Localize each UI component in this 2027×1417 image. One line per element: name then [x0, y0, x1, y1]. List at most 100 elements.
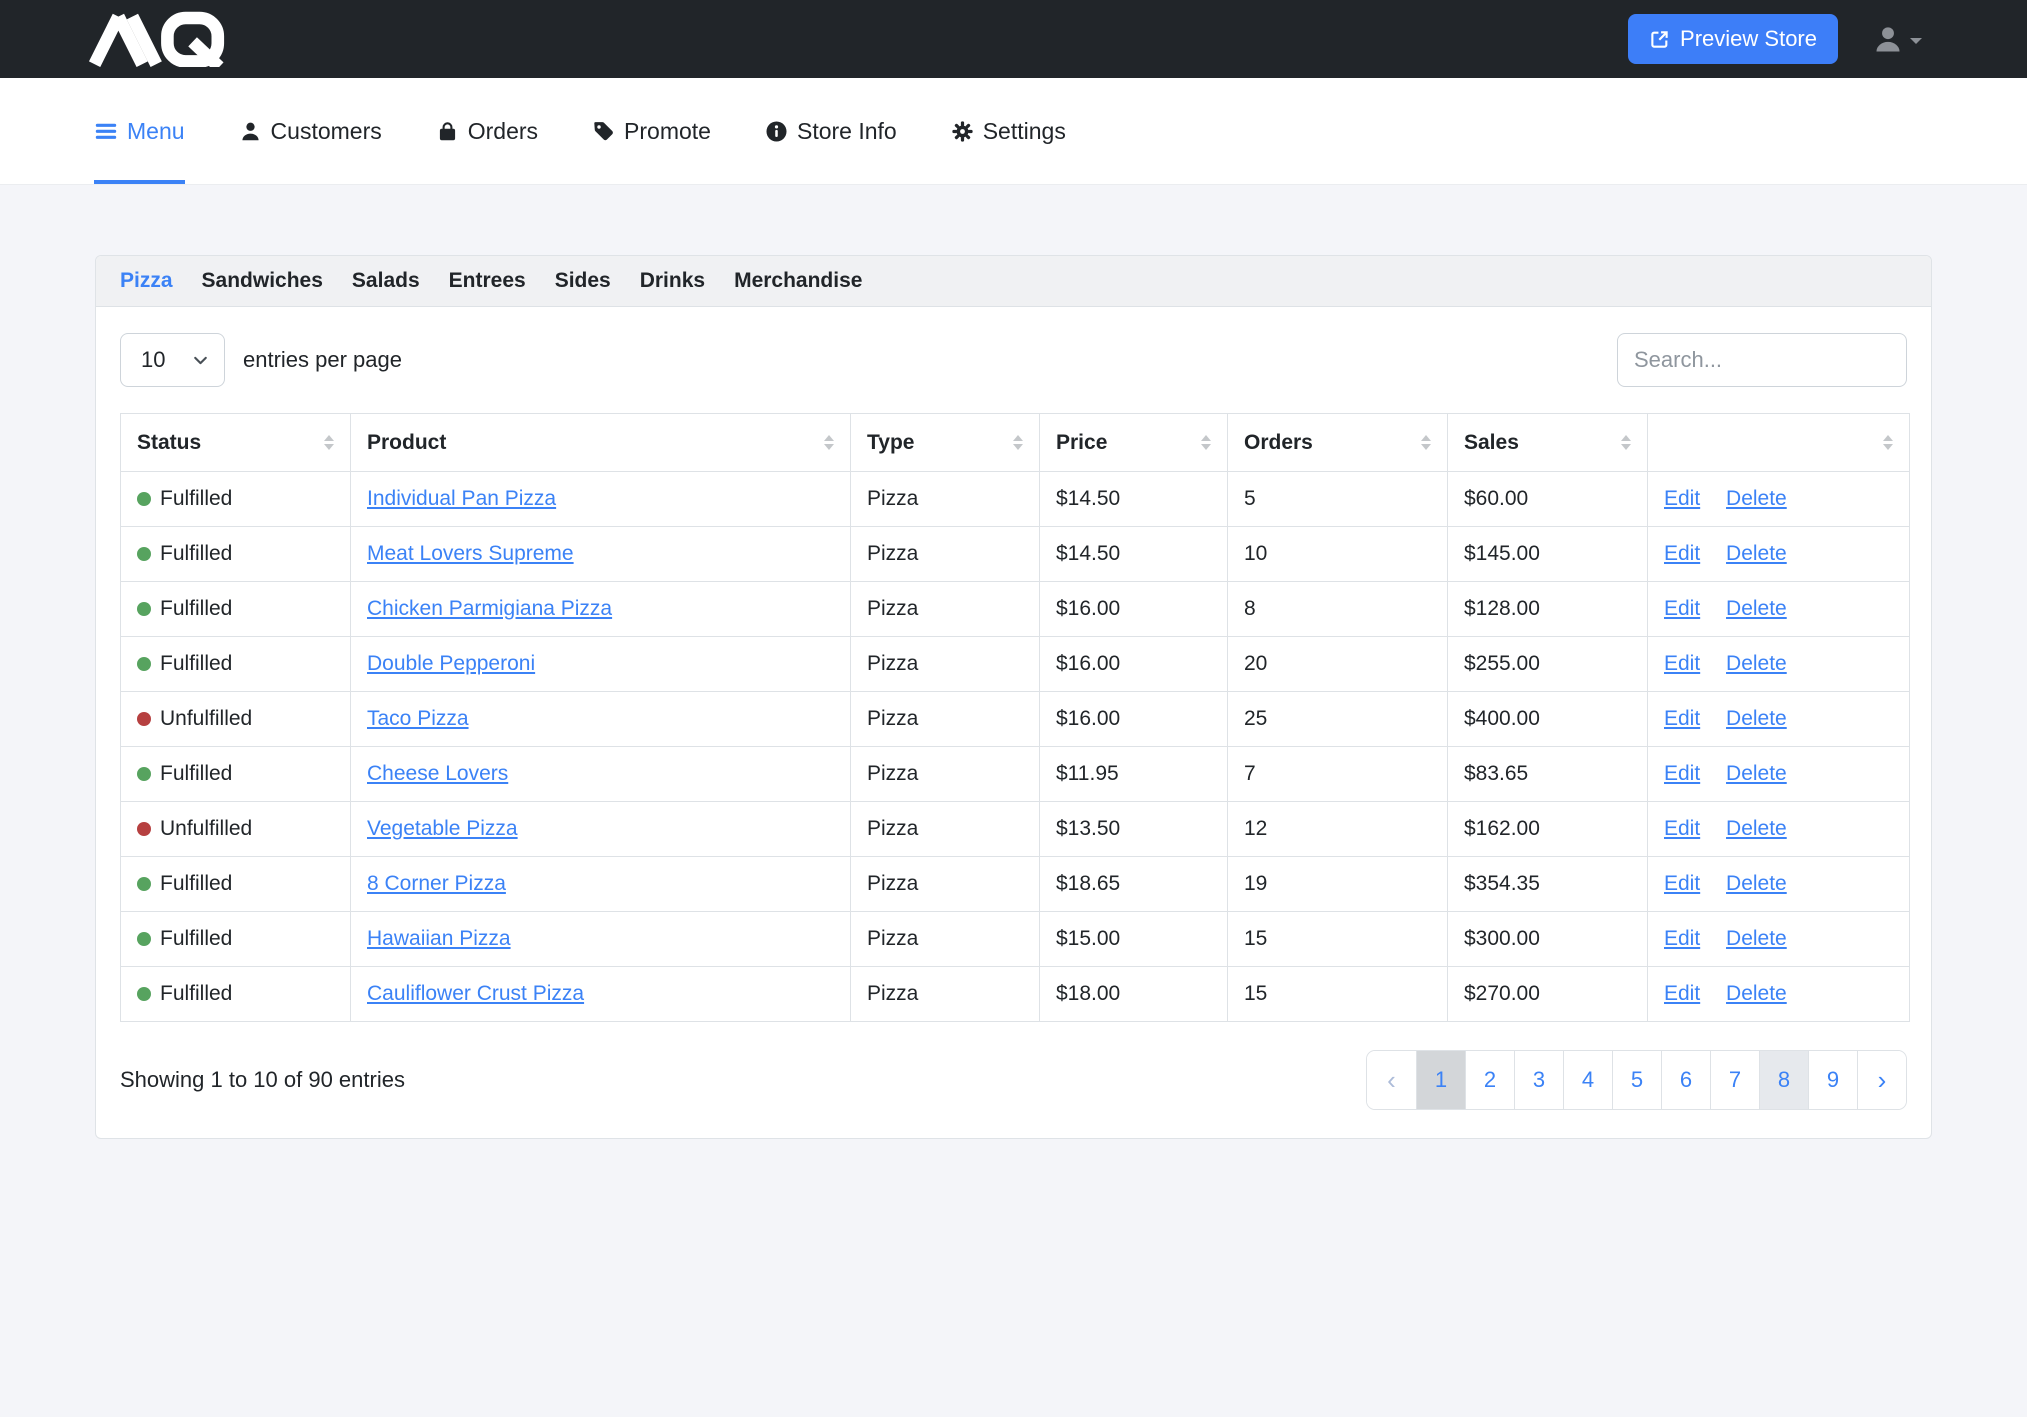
nav-item-settings[interactable]: Settings [951, 78, 1066, 184]
tab-sandwiches[interactable]: Sandwiches [202, 269, 323, 293]
orders-cell: 19 [1228, 857, 1448, 912]
search-input[interactable] [1617, 333, 1907, 387]
product-link[interactable]: Taco Pizza [367, 707, 469, 730]
nav-item-menu[interactable]: Menu [94, 78, 185, 184]
product-link[interactable]: Hawaiian Pizza [367, 927, 511, 950]
pagination-page-9[interactable]: 9 [1808, 1051, 1857, 1109]
status-dot-icon [137, 932, 151, 946]
edit-link[interactable]: Edit [1664, 597, 1700, 620]
status-label: Fulfilled [160, 652, 232, 676]
sort-icon[interactable] [1013, 435, 1023, 450]
edit-link[interactable]: Edit [1664, 927, 1700, 950]
column-header-type[interactable]: Type [851, 414, 1040, 472]
nav-item-customers[interactable]: Customers [239, 78, 382, 184]
sort-icon[interactable] [1421, 435, 1431, 450]
column-header-sales[interactable]: Sales [1448, 414, 1648, 472]
nav-item-label: Menu [127, 118, 185, 145]
product-link[interactable]: Cauliflower Crust Pizza [367, 982, 584, 1005]
main-nav: Menu Customers Orders Promote Store Info… [0, 78, 2027, 185]
price-cell: $16.00 [1040, 692, 1228, 747]
edit-link[interactable]: Edit [1664, 487, 1700, 510]
tab-entrees[interactable]: Entrees [449, 269, 526, 293]
column-header-label: Orders [1244, 431, 1313, 455]
column-header-actions[interactable] [1648, 414, 1910, 472]
delete-link[interactable]: Delete [1726, 927, 1787, 950]
tab-drinks[interactable]: Drinks [640, 269, 705, 293]
status-dot-icon [137, 547, 151, 561]
pagination-page-6[interactable]: 6 [1661, 1051, 1710, 1109]
price-cell: $13.50 [1040, 802, 1228, 857]
sales-cell: $354.35 [1448, 857, 1648, 912]
delete-link[interactable]: Delete [1726, 542, 1787, 565]
pagination-page-1[interactable]: 1 [1416, 1051, 1465, 1109]
pagination-page-7[interactable]: 7 [1710, 1051, 1759, 1109]
nav-item-promote[interactable]: Promote [592, 78, 711, 184]
type-cell: Pizza [851, 582, 1040, 637]
edit-link[interactable]: Edit [1664, 542, 1700, 565]
column-header-orders[interactable]: Orders [1228, 414, 1448, 472]
pagination-page-5[interactable]: 5 [1612, 1051, 1661, 1109]
delete-link[interactable]: Delete [1726, 652, 1787, 675]
column-header-price[interactable]: Price [1040, 414, 1228, 472]
status-dot-icon [137, 602, 151, 616]
pagination-prev-button[interactable]: ‹ [1367, 1051, 1416, 1109]
pagination-page-4[interactable]: 4 [1563, 1051, 1612, 1109]
product-link[interactable]: Chicken Parmigiana Pizza [367, 597, 612, 620]
type-cell: Pizza [851, 472, 1040, 527]
tab-merchandise[interactable]: Merchandise [734, 269, 862, 293]
product-link[interactable]: Cheese Lovers [367, 762, 508, 785]
sort-icon[interactable] [1621, 435, 1631, 450]
user-icon [1872, 23, 1904, 55]
edit-link[interactable]: Edit [1664, 652, 1700, 675]
delete-link[interactable]: Delete [1726, 817, 1787, 840]
edit-link[interactable]: Edit [1664, 707, 1700, 730]
sort-icon[interactable] [1883, 435, 1893, 450]
edit-link[interactable]: Edit [1664, 872, 1700, 895]
preview-store-button[interactable]: Preview Store [1628, 14, 1838, 64]
price-cell: $14.50 [1040, 527, 1228, 582]
brand-logo[interactable] [88, 11, 258, 67]
column-header-product[interactable]: Product [351, 414, 851, 472]
sales-cell: $270.00 [1448, 967, 1648, 1022]
pagination-page-3[interactable]: 3 [1514, 1051, 1563, 1109]
edit-link[interactable]: Edit [1664, 982, 1700, 1005]
delete-link[interactable]: Delete [1726, 982, 1787, 1005]
table-row: Fulfilled 8 Corner Pizza Pizza $18.65 19… [121, 857, 1910, 912]
card-body: 10 entries per page Status [96, 307, 1931, 1138]
type-cell: Pizza [851, 747, 1040, 802]
delete-link[interactable]: Delete [1726, 707, 1787, 730]
table-header-row: Status Product Type Price [121, 414, 1910, 472]
pagination-page-2[interactable]: 2 [1465, 1051, 1514, 1109]
nav-item-store-info[interactable]: Store Info [765, 78, 897, 184]
product-link[interactable]: 8 Corner Pizza [367, 872, 506, 895]
pagination-next-button[interactable]: › [1857, 1051, 1906, 1109]
delete-link[interactable]: Delete [1726, 762, 1787, 785]
tab-pizza[interactable]: Pizza [120, 269, 173, 293]
column-header-status[interactable]: Status [121, 414, 351, 472]
nav-item-label: Orders [468, 118, 538, 145]
product-link[interactable]: Meat Lovers Supreme [367, 542, 574, 565]
user-menu[interactable] [1872, 23, 1922, 55]
sort-icon[interactable] [824, 435, 834, 450]
delete-link[interactable]: Delete [1726, 487, 1787, 510]
page-size-select[interactable]: 10 [120, 333, 225, 387]
tab-sides[interactable]: Sides [555, 269, 611, 293]
sort-icon[interactable] [1201, 435, 1211, 450]
sort-icon[interactable] [324, 435, 334, 450]
type-cell: Pizza [851, 802, 1040, 857]
delete-link[interactable]: Delete [1726, 597, 1787, 620]
edit-link[interactable]: Edit [1664, 817, 1700, 840]
delete-link[interactable]: Delete [1726, 872, 1787, 895]
product-link[interactable]: Vegetable Pizza [367, 817, 518, 840]
table-row: Fulfilled Cauliflower Crust Pizza Pizza … [121, 967, 1910, 1022]
product-link[interactable]: Individual Pan Pizza [367, 487, 556, 510]
pagination-page-8[interactable]: 8 [1759, 1051, 1808, 1109]
edit-link[interactable]: Edit [1664, 762, 1700, 785]
orders-cell: 5 [1228, 472, 1448, 527]
price-cell: $14.50 [1040, 472, 1228, 527]
product-link[interactable]: Double Pepperoni [367, 652, 535, 675]
tab-salads[interactable]: Salads [352, 269, 420, 293]
nav-item-orders[interactable]: Orders [436, 78, 538, 184]
nav-item-label: Promote [624, 118, 711, 145]
orders-cell: 8 [1228, 582, 1448, 637]
